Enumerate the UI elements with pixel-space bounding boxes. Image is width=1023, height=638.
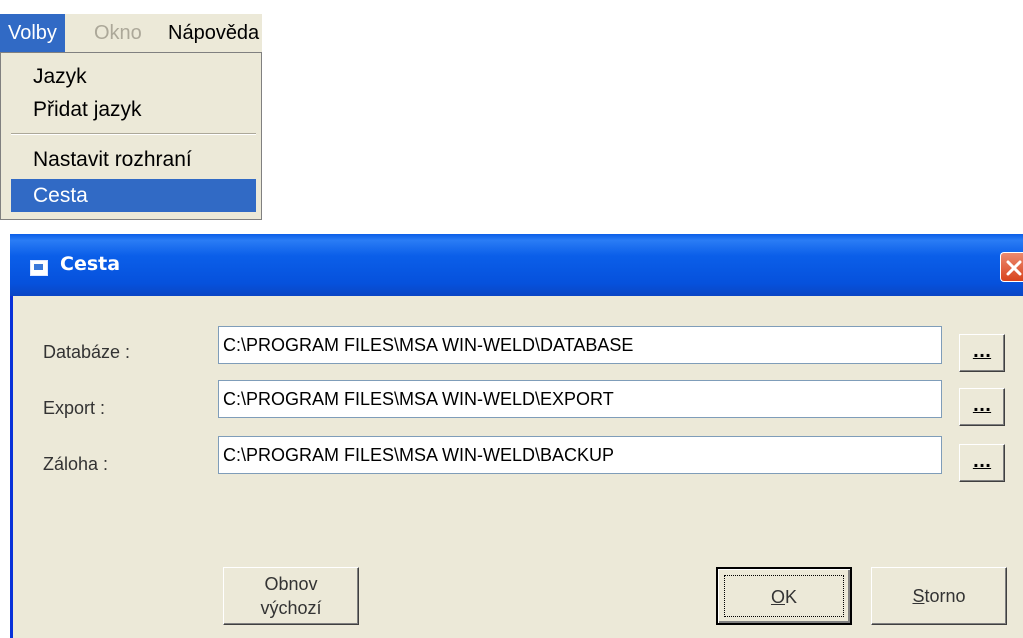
database-label: Databáze : (43, 342, 131, 362)
backup-browse-button[interactable]: ... (959, 444, 1005, 482)
menu-napoveda[interactable]: Nápověda (160, 14, 259, 52)
dialog-title: Cesta (60, 253, 121, 275)
backup-path-input[interactable]: C:\PROGRAM FILES\MSA WIN-WELD\BACKUP (218, 436, 942, 474)
restore-defaults-line2: výchozí (260, 598, 322, 618)
dialog-titlebar[interactable]: Cesta (10, 234, 1023, 296)
database-browse-button[interactable]: ... (959, 334, 1005, 372)
menu-item-nastavit-rozhrani[interactable]: Nastavit rozhraní (11, 143, 256, 176)
restore-defaults-line1: Obnov (264, 574, 318, 594)
storno-button[interactable]: Storno (871, 567, 1007, 625)
close-button[interactable] (1000, 252, 1023, 282)
restore-defaults-button[interactable]: Obnov výchozí (223, 567, 359, 625)
menu-item-cesta[interactable]: Cesta (11, 179, 256, 212)
database-path-input[interactable]: C:\PROGRAM FILES\MSA WIN-WELD\DATABASE (218, 326, 942, 364)
menu-bar: Volby Okno Nápověda (0, 14, 262, 52)
ok-button[interactable]: OK (716, 567, 852, 625)
export-label: Export : (43, 398, 106, 418)
cesta-dialog: Cesta Databáze : C:\PROGRAM FILES\MSA WI… (10, 234, 1023, 638)
menu-separator (11, 133, 256, 135)
menu-okno: Okno (94, 22, 142, 44)
window-icon (30, 260, 48, 276)
export-browse-button[interactable]: ... (959, 388, 1005, 426)
menu-volby[interactable]: Volby (0, 14, 65, 52)
focus-rectangle (724, 575, 844, 617)
export-path-input[interactable]: C:\PROGRAM FILES\MSA WIN-WELD\EXPORT (218, 380, 942, 418)
volby-dropdown: Jazyk Přidat jazyk Nastavit rozhraní Ces… (0, 52, 262, 220)
backup-label: Záloha : (43, 454, 109, 474)
storno-label-rest: torno (924, 586, 966, 606)
close-icon (1006, 260, 1022, 276)
menu-item-pridat-jazyk[interactable]: Přidat jazyk (11, 93, 256, 126)
storno-mnemonic: S (912, 586, 925, 606)
menu-item-jazyk[interactable]: Jazyk (11, 60, 256, 93)
